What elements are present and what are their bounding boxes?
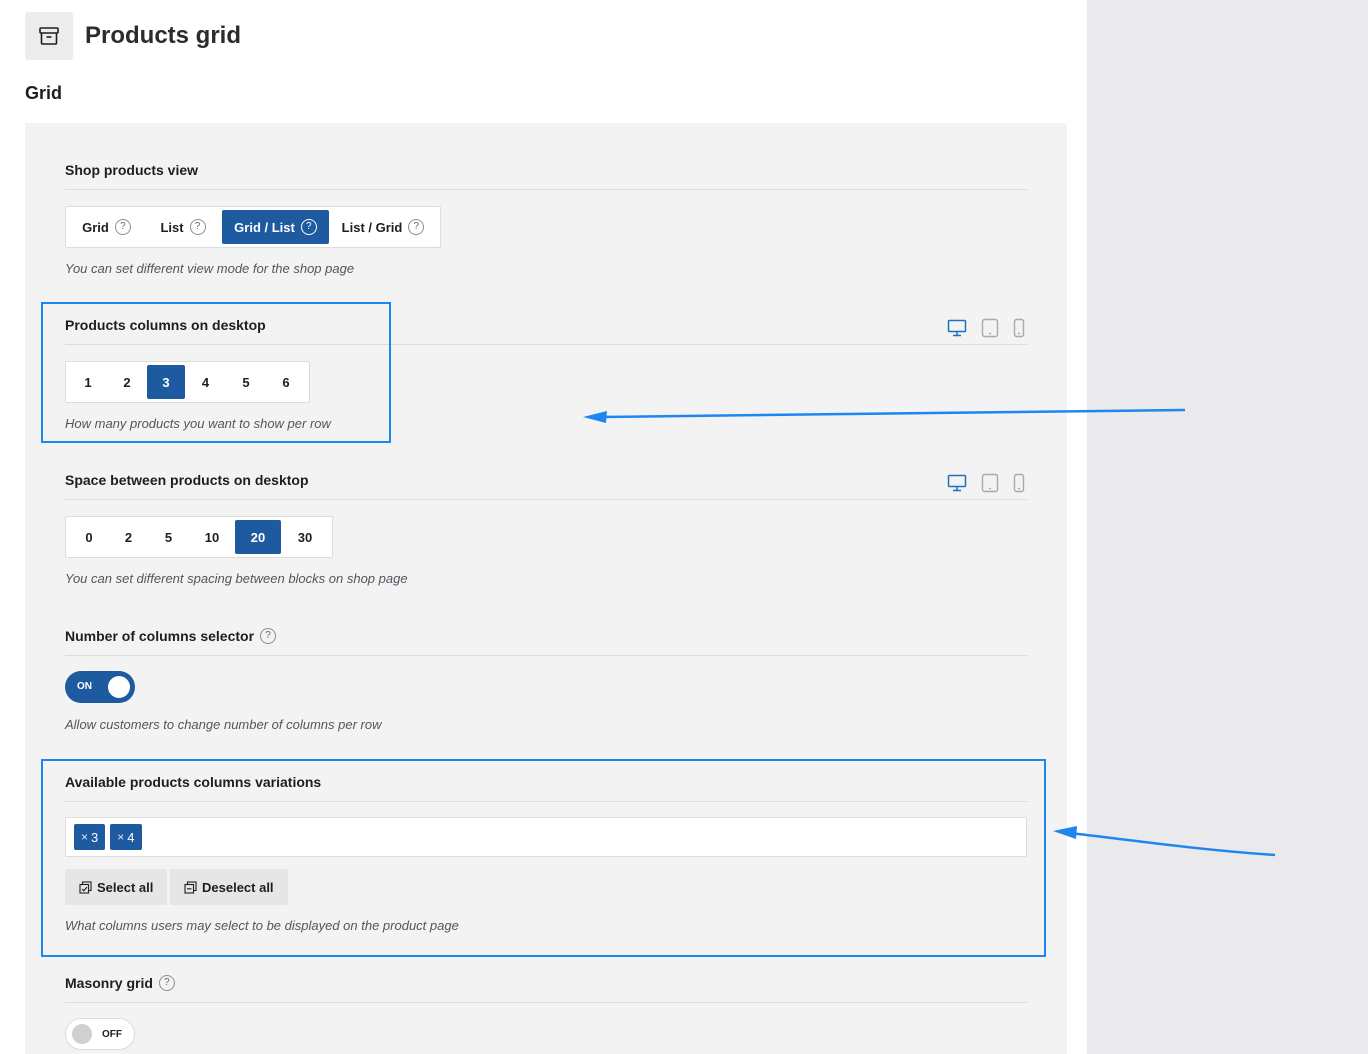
shop-view-option-grid-list[interactable]: Grid / List ? [222,210,329,244]
masonry-toggle[interactable]: OFF [65,1018,135,1050]
option-label: List / Grid [341,219,403,235]
help-icon[interactable]: ? [158,975,175,991]
option-label: List [160,219,184,235]
toggle-label: OFF [102,1029,122,1040]
space-desktop-label: Space between products on desktop [65,472,309,488]
shop-view-field: Shop products view [65,160,1027,190]
help-icon[interactable]: ? [189,219,206,235]
shop-view-description: You can set different view mode for the … [65,261,355,276]
help-icon[interactable]: ? [300,219,317,235]
space-option-0[interactable]: 0 [69,520,109,554]
divider [65,655,1027,656]
archive-box-icon [25,12,73,60]
tablet-icon[interactable] [981,318,999,338]
annotation-highlight-columns [41,302,391,443]
shop-view-option-list[interactable]: List ? [144,210,222,244]
desktop-icon[interactable] [947,474,967,492]
toggle-knob [108,676,130,698]
page-title: Products grid [85,22,242,49]
columns-selector-label: Number of columns selector [65,628,255,644]
toggle-knob [72,1024,92,1044]
columns-selector-toggle[interactable]: ON [65,671,135,703]
masonry-field: Masonry grid ? [65,973,1027,1003]
mobile-icon[interactable] [1013,318,1025,338]
tablet-icon[interactable] [981,473,999,493]
space-option-2[interactable]: 2 [109,520,148,554]
divider [65,1002,1027,1003]
space-desktop-description: You can set different spacing between bl… [65,571,408,586]
space-option-30[interactable]: 30 [281,520,329,554]
desktop-icon[interactable] [947,319,967,337]
mobile-icon[interactable] [1013,473,1025,493]
space-option-5[interactable]: 5 [148,520,189,554]
space-option-20[interactable]: 20 [235,520,281,554]
shop-view-selector: Grid ? List ? Grid / List ? List / Grid … [65,206,441,248]
columns-selector-label-row: Number of columns selector ? [65,626,1027,646]
divider [65,189,1027,190]
option-label: Grid [82,219,109,235]
toggle-label: ON [77,681,92,692]
right-side-panel [1087,0,1368,1054]
annotation-highlight-variations [41,759,1046,957]
shop-view-option-grid[interactable]: Grid ? [69,210,144,244]
shop-view-option-list-grid[interactable]: List / Grid ? [329,210,437,244]
columns-selector-field: Number of columns selector ? [65,626,1027,656]
space-option-10[interactable]: 10 [189,520,235,554]
space-desktop-selector: 0 2 5 10 20 30 [65,516,333,558]
page-header: Products grid [25,12,241,60]
help-icon[interactable]: ? [408,219,425,235]
help-icon[interactable]: ? [114,219,131,235]
section-title: Grid [25,83,63,103]
divider [65,499,1027,500]
masonry-label-row: Masonry grid ? [65,973,1027,993]
device-switcher [947,473,1025,493]
columns-selector-description: Allow customers to change number of colu… [65,717,382,732]
shop-view-label: Shop products view [65,162,199,178]
masonry-label: Masonry grid [65,975,153,991]
device-switcher [947,318,1025,338]
space-desktop-field: Space between products on desktop [65,470,1027,500]
option-label: Grid / List [234,219,295,235]
help-icon[interactable]: ? [260,628,277,644]
